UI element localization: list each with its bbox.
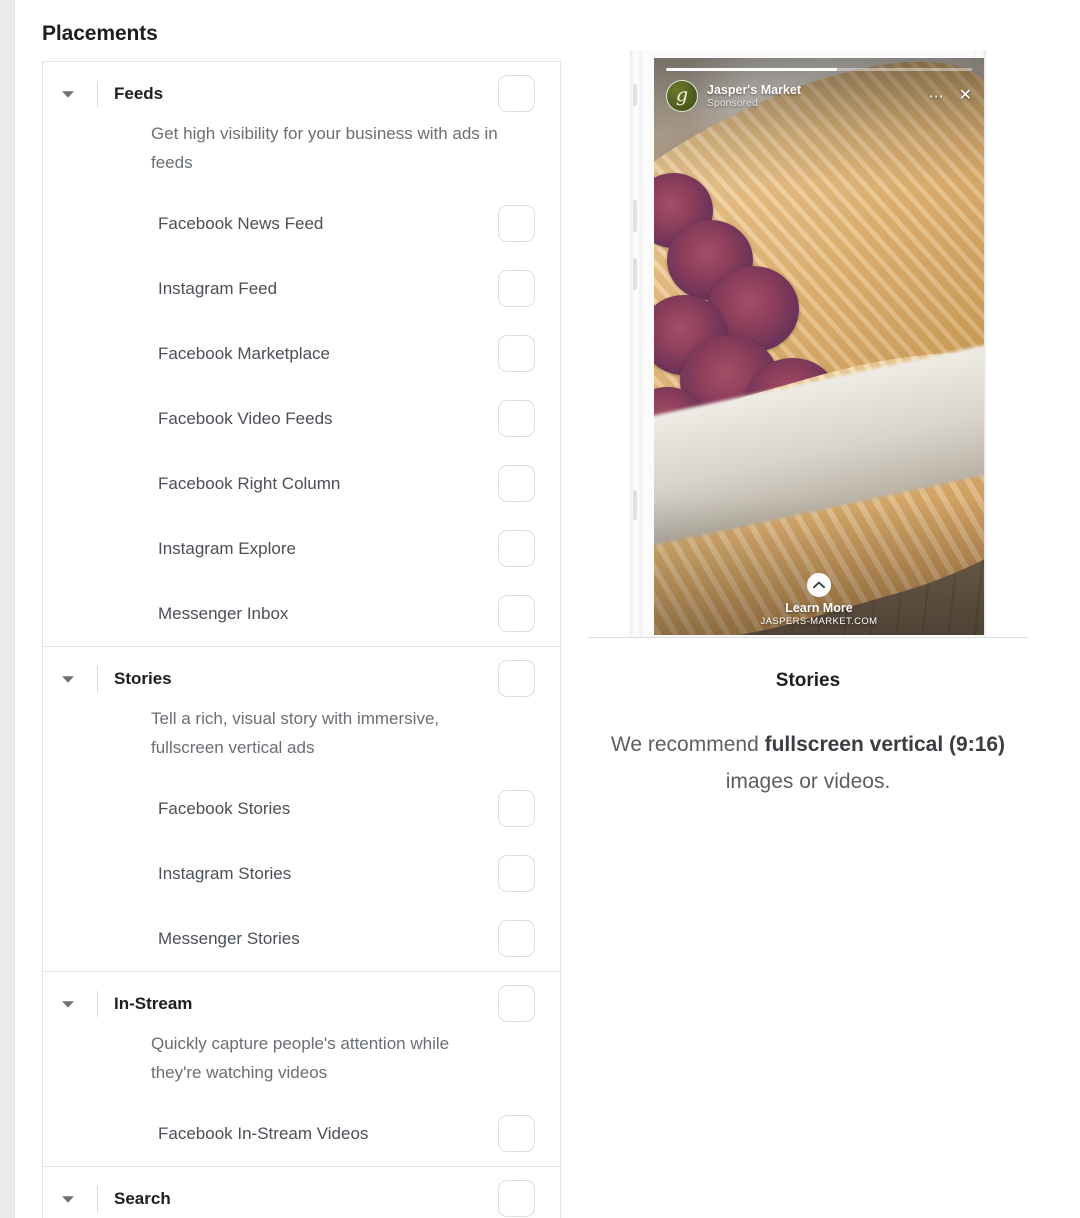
- placement-group-title: Stories: [114, 669, 172, 688]
- story-cta[interactable]: Learn More JASPERS-MARKET.COM: [654, 573, 984, 627]
- placement-group: Stories Tell a rich, visual story with im…: [43, 646, 560, 971]
- chevron-up-icon[interactable]: [807, 573, 831, 597]
- caption-strong-1: fullscreen vertical: [764, 733, 944, 756]
- group-checkbox[interactable]: [498, 1180, 535, 1217]
- placement-item-checkbox[interactable]: [498, 335, 535, 372]
- top-scrim: [654, 58, 984, 185]
- close-icon[interactable]: ✕: [959, 88, 972, 104]
- placement-item-label: Instagram Explore: [158, 538, 296, 558]
- cta-label: Learn More: [785, 601, 853, 615]
- placement-group-title: Feeds: [114, 84, 164, 103]
- placement-item-checkbox[interactable]: [498, 465, 535, 502]
- placements-panel: Feeds Get high visibility for your busine…: [42, 61, 561, 1218]
- placement-item-checkbox[interactable]: [498, 205, 535, 242]
- phone-left-rail: [630, 50, 642, 638]
- placement-group-header[interactable]: Search: [43, 1167, 560, 1218]
- ad-preview-panel: g Jasper's Market Sponsored ⋯ ✕ Learn Mo…: [588, 50, 1028, 640]
- chevron-down-icon[interactable]: [61, 675, 83, 684]
- placement-group-header[interactable]: Stories: [43, 647, 560, 711]
- preview-divider: [588, 637, 1028, 638]
- placement-item[interactable]: Instagram Stories: [43, 841, 560, 906]
- placement-group-title: In-Stream: [114, 994, 193, 1013]
- group-divider: [97, 991, 98, 1017]
- group-checkbox[interactable]: [498, 660, 535, 697]
- brand-text-block: Jasper's Market Sponsored: [707, 83, 801, 109]
- placement-group-header[interactable]: Feeds: [43, 62, 560, 126]
- phone-body: g Jasper's Market Sponsored ⋯ ✕ Learn Mo…: [620, 50, 996, 638]
- placement-group-description: Get high visibility for your business wi…: [151, 124, 498, 172]
- cta-url: JASPERS-MARKET.COM: [760, 616, 878, 627]
- placement-item[interactable]: Instagram Feed: [43, 256, 560, 321]
- placement-item[interactable]: Facebook Marketplace: [43, 321, 560, 386]
- phone-lower-button: [633, 490, 637, 520]
- group-divider: [97, 666, 98, 692]
- placement-item-checkbox[interactable]: [498, 400, 535, 437]
- brand-logo-glyph: g: [675, 84, 689, 106]
- placement-item-label: Instagram Stories: [158, 863, 292, 883]
- placements-page: Placements Feeds Get high visibility for …: [0, 0, 1080, 1218]
- placement-item[interactable]: Messenger Stories: [43, 906, 560, 971]
- phone-mute-switch: [633, 84, 637, 106]
- more-options-icon[interactable]: ⋯: [929, 89, 945, 104]
- story-progress-fill: [666, 68, 838, 71]
- phone-mockup: g Jasper's Market Sponsored ⋯ ✕ Learn Mo…: [588, 50, 1028, 640]
- placement-item-label: Facebook News Feed: [158, 213, 324, 233]
- placement-item[interactable]: Facebook News Feed: [43, 191, 560, 256]
- placement-group-header[interactable]: In-Stream: [43, 972, 560, 1036]
- page-title: Placements: [42, 22, 158, 45]
- left-gutter-edge: [14, 0, 15, 1218]
- placement-item[interactable]: Facebook Right Column: [43, 451, 560, 516]
- placement-group-description: Quickly capture people's attention while…: [151, 1034, 450, 1082]
- placement-item-label: Facebook In-Stream Videos: [158, 1123, 369, 1143]
- preview-caption-title: Stories: [775, 670, 841, 691]
- group-divider: [97, 1186, 98, 1212]
- preview-caption-body: We recommend fullscreen vertical (9:16) …: [600, 726, 1016, 800]
- chevron-down-icon[interactable]: [61, 90, 83, 99]
- phone-right-gap: [986, 50, 996, 638]
- placement-group-description: Tell a rich, visual story with immersive…: [151, 709, 440, 757]
- group-checkbox[interactable]: [498, 75, 535, 112]
- placement-item-label: Facebook Right Column: [158, 473, 341, 493]
- placement-item-label: Facebook Stories: [158, 798, 291, 818]
- story-ad-screen: g Jasper's Market Sponsored ⋯ ✕ Learn Mo…: [654, 58, 984, 635]
- placement-item[interactable]: Instagram Explore: [43, 516, 560, 581]
- placement-item-checkbox[interactable]: [498, 920, 535, 957]
- brand-logo-icon: g: [666, 80, 698, 112]
- placement-item-checkbox[interactable]: [498, 1115, 535, 1152]
- brand-name: Jasper's Market: [707, 82, 802, 97]
- placement-item-checkbox[interactable]: [498, 855, 535, 892]
- group-divider: [97, 81, 98, 107]
- caption-text-1: We recommend: [610, 733, 765, 756]
- placement-item-label: Messenger Stories: [158, 928, 300, 948]
- placement-group: Feeds Get high visibility for your busine…: [43, 62, 560, 646]
- chevron-down-icon[interactable]: [61, 1195, 83, 1204]
- placement-item[interactable]: Facebook Stories: [43, 776, 560, 841]
- caption-text-2: images or videos.: [725, 770, 891, 793]
- placement-item-label: Facebook Marketplace: [158, 343, 330, 363]
- sponsored-label: Sponsored: [707, 97, 758, 110]
- phone-volume-up-button: [633, 200, 637, 232]
- placement-group-title: Search: [114, 1189, 171, 1208]
- caption-strong-2: (9:16): [949, 733, 1006, 756]
- placement-item[interactable]: Messenger Inbox: [43, 581, 560, 646]
- placement-item[interactable]: Facebook Video Feeds: [43, 386, 560, 451]
- placement-item-checkbox[interactable]: [498, 530, 535, 567]
- story-header-actions: ⋯ ✕: [929, 88, 972, 104]
- story-progress-bar[interactable]: [666, 68, 972, 71]
- chevron-down-icon[interactable]: [61, 1000, 83, 1009]
- phone-left-gap: [620, 50, 630, 638]
- placement-item-label: Instagram Feed: [158, 278, 278, 298]
- placement-item-label: Facebook Video Feeds: [158, 408, 333, 428]
- placement-item-checkbox[interactable]: [498, 595, 535, 632]
- placement-item-checkbox[interactable]: [498, 790, 535, 827]
- placement-item-label: Messenger Inbox: [158, 603, 289, 623]
- left-gutter: [0, 0, 14, 1218]
- placement-item-checkbox[interactable]: [498, 270, 535, 307]
- group-checkbox[interactable]: [498, 985, 535, 1022]
- phone-volume-down-button: [633, 258, 637, 290]
- placement-item[interactable]: Facebook In-Stream Videos: [43, 1101, 560, 1166]
- placement-group: Search: [43, 1166, 560, 1218]
- story-header: g Jasper's Market Sponsored ⋯ ✕: [666, 80, 972, 112]
- placement-group: In-Stream Quickly capture people's attent…: [43, 971, 560, 1166]
